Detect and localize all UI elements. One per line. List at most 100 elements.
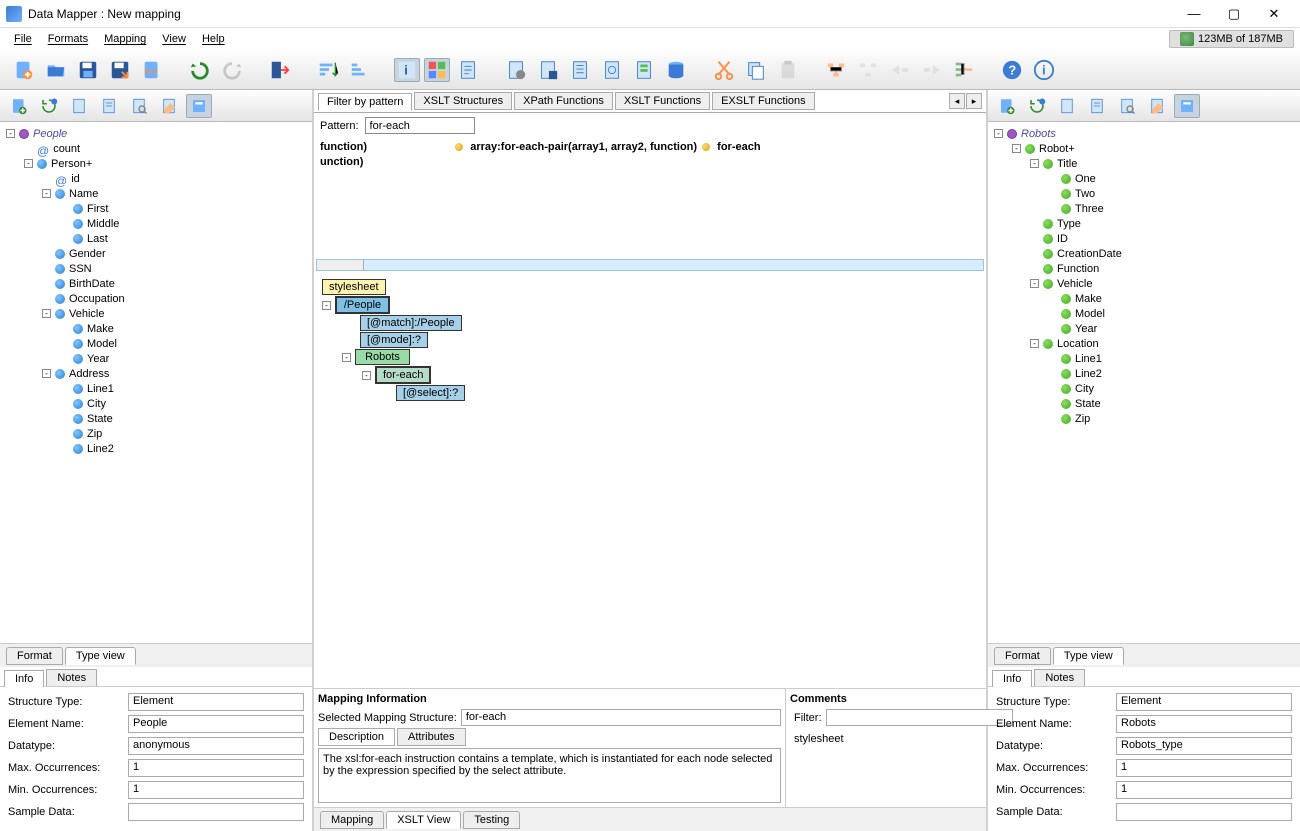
tab-notes[interactable]: Notes <box>46 669 97 686</box>
tab-format[interactable]: Format <box>6 647 63 665</box>
node-robots[interactable]: Robots <box>355 349 410 365</box>
menu-help[interactable]: Help <box>194 31 233 47</box>
hint-foreach[interactable]: for-each <box>717 141 760 153</box>
tree-node[interactable]: Line2 <box>2 441 310 456</box>
tab-exslt-functions[interactable]: EXSLT Functions <box>712 92 815 110</box>
node-for-each[interactable]: for-each <box>375 366 431 384</box>
tgt-new-icon[interactable] <box>994 94 1020 118</box>
tab-prev-icon[interactable]: ◂ <box>949 93 965 109</box>
map-add-button[interactable] <box>822 56 850 84</box>
src-new-icon[interactable] <box>6 94 32 118</box>
src-refresh-icon[interactable] <box>36 94 62 118</box>
horizontal-scrollbar[interactable] <box>316 259 984 271</box>
tree-node[interactable]: City <box>990 381 1298 396</box>
tab-xslt-structures[interactable]: XSLT Structures <box>414 92 512 110</box>
tgt-doc2-icon[interactable] <box>1084 94 1110 118</box>
tree-node[interactable]: -Title <box>990 156 1298 171</box>
tgt-refresh-icon[interactable] <box>1024 94 1050 118</box>
src-view-icon[interactable] <box>186 94 212 118</box>
redo-button[interactable] <box>218 56 246 84</box>
tree-node[interactable]: -Address <box>2 366 310 381</box>
tree-node[interactable]: -Robots <box>990 126 1298 141</box>
tab-mapping[interactable]: Mapping <box>320 811 384 829</box>
tree-node[interactable]: State <box>2 411 310 426</box>
paste-button[interactable] <box>774 56 802 84</box>
hint-foreach-pair[interactable]: array:for-each-pair(array1, array2, func… <box>470 141 697 153</box>
tree-node[interactable]: Line2 <box>990 366 1298 381</box>
tree-node[interactable]: Last <box>2 231 310 246</box>
src-doc1-icon[interactable] <box>66 94 92 118</box>
node-stylesheet[interactable]: stylesheet <box>322 279 386 295</box>
tab-info[interactable]: Info <box>992 670 1032 687</box>
tab-xslt-view[interactable]: XSLT View <box>386 811 461 829</box>
tree-node[interactable]: Gender <box>2 246 310 261</box>
tab-format[interactable]: Format <box>994 647 1051 665</box>
cut-button[interactable] <box>710 56 738 84</box>
map-right-button[interactable] <box>918 56 946 84</box>
source-tree[interactable]: -People@count-Person+@id-NameFirstMiddle… <box>0 122 312 643</box>
save-as-button[interactable] <box>106 56 134 84</box>
tgt-find-icon[interactable] <box>1114 94 1140 118</box>
copy-button[interactable] <box>742 56 770 84</box>
tab-filter-by-pattern[interactable]: Filter by pattern <box>318 93 412 111</box>
tree-node[interactable]: One <box>990 171 1298 186</box>
tree-node[interactable]: Occupation <box>2 291 310 306</box>
doc-list-button[interactable] <box>566 56 594 84</box>
toggle-icon[interactable]: - <box>1030 159 1039 168</box>
menu-file[interactable]: File <box>6 31 40 47</box>
map-list-button[interactable] <box>950 56 978 84</box>
toggle-icon[interactable]: - <box>342 353 351 362</box>
doc-gear-button[interactable] <box>502 56 530 84</box>
tab-typeview[interactable]: Type view <box>65 647 136 665</box>
target-tree[interactable]: -Robots-Robot+-TitleOneTwoThreeTypeIDCre… <box>988 122 1300 643</box>
map-remove-button[interactable] <box>854 56 882 84</box>
tree-node[interactable]: @id <box>2 171 310 186</box>
tgt-edit-icon[interactable] <box>1144 94 1170 118</box>
tree-node[interactable]: @count <box>2 141 310 156</box>
tree-node[interactable]: Line1 <box>2 381 310 396</box>
node-people[interactable]: /People <box>335 296 390 314</box>
tree-node[interactable]: City <box>2 396 310 411</box>
doc-save-button[interactable] <box>534 56 562 84</box>
tree-node[interactable]: -Name <box>2 186 310 201</box>
tree-node[interactable]: -Vehicle <box>990 276 1298 291</box>
save-button[interactable] <box>74 56 102 84</box>
tree-node[interactable]: BirthDate <box>2 276 310 291</box>
tree-node[interactable]: Two <box>990 186 1298 201</box>
tab-typeview[interactable]: Type view <box>1053 647 1124 665</box>
menu-formats[interactable]: Formats <box>40 31 96 47</box>
tab-xpath-functions[interactable]: XPath Functions <box>514 92 613 110</box>
tab-description[interactable]: Description <box>318 728 395 746</box>
map-left-button[interactable] <box>886 56 914 84</box>
tree-node[interactable]: Type <box>990 216 1298 231</box>
tree-node[interactable]: Line1 <box>990 351 1298 366</box>
tab-notes[interactable]: Notes <box>1034 669 1085 686</box>
tree-node[interactable]: ID <box>990 231 1298 246</box>
tree-node[interactable]: Year <box>2 351 310 366</box>
tgt-view-icon[interactable] <box>1174 94 1200 118</box>
tree-node[interactable]: Zip <box>2 426 310 441</box>
menu-view[interactable]: View <box>154 31 194 47</box>
node-match[interactable]: [@match]:/People <box>360 315 462 331</box>
tree-node[interactable]: Make <box>990 291 1298 306</box>
database-button[interactable] <box>662 56 690 84</box>
menu-mapping[interactable]: Mapping <box>96 31 154 47</box>
tree-node[interactable]: CreationDate <box>990 246 1298 261</box>
toggle-icon[interactable]: - <box>1030 339 1039 348</box>
tree-node[interactable]: -Location <box>990 336 1298 351</box>
doc-link-button[interactable] <box>598 56 626 84</box>
tab-attributes[interactable]: Attributes <box>397 728 465 746</box>
exit-button[interactable] <box>266 56 294 84</box>
tree-node[interactable]: -Person+ <box>2 156 310 171</box>
toggle-icon[interactable]: - <box>362 371 371 380</box>
doc-struct-button[interactable] <box>630 56 658 84</box>
tab-xslt-functions[interactable]: XSLT Functions <box>615 92 710 110</box>
tree-node[interactable]: Make <box>2 321 310 336</box>
about-button[interactable]: i <box>1030 56 1058 84</box>
toggle-icon[interactable]: - <box>42 309 51 318</box>
toggle-icon[interactable]: - <box>322 301 331 310</box>
tree-node[interactable]: Three <box>990 201 1298 216</box>
tree-node[interactable]: Year <box>990 321 1298 336</box>
tree-node[interactable]: Model <box>2 336 310 351</box>
tree-node[interactable]: State <box>990 396 1298 411</box>
